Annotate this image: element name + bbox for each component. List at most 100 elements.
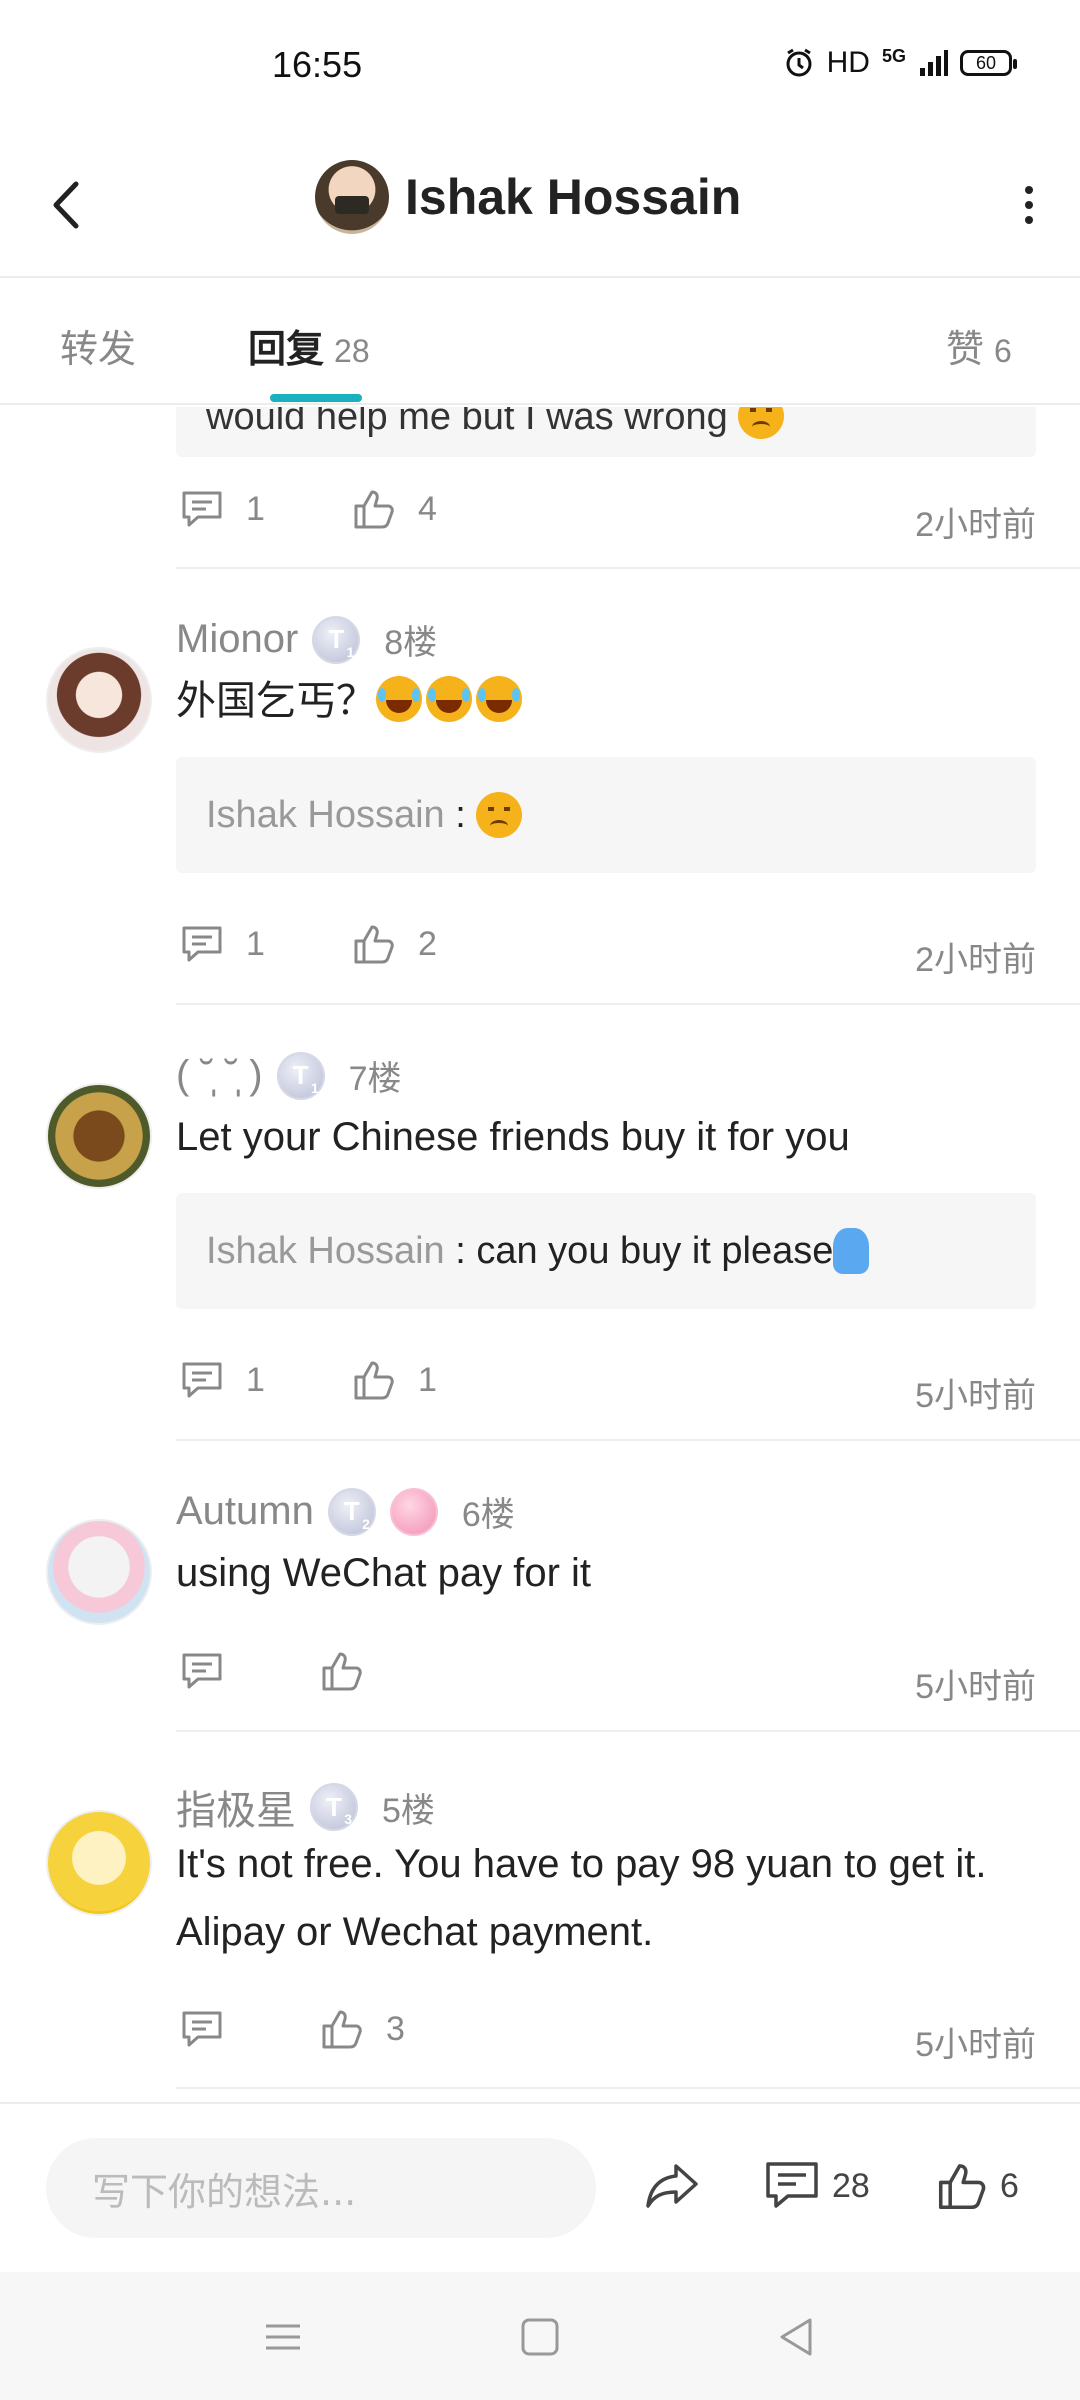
tab-replies[interactable]: 回复 28 [248, 318, 370, 373]
comment-time: 2小时前 [915, 941, 1036, 979]
more-dot-icon [1025, 201, 1033, 209]
like-button[interactable]: 1 [352, 1358, 437, 1402]
square-home-icon [521, 2318, 559, 2356]
tab-likes[interactable]: 赞6 [946, 318, 1012, 373]
comment-item: Mionor T1 8楼 外国乞丐？ Ishak Hossain : [0, 607, 1080, 887]
level-badge-icon: T1 [312, 615, 361, 664]
like-button[interactable] [320, 1649, 386, 1693]
back-nav-button[interactable] [774, 2314, 820, 2360]
reply-count: 1 [246, 1360, 265, 1399]
tab-reposts[interactable]: 转发 [60, 318, 136, 373]
tab-likes-count: 6 [994, 333, 1012, 369]
top-app-bar: Ishak Hossain [0, 130, 1080, 278]
floor-label: 5楼 [382, 1791, 435, 1830]
comment-header: Autumn T2 6楼 [176, 1487, 515, 1536]
comment-actions: 1 4 2小时前 [176, 487, 1036, 547]
like-button[interactable]: 3 [320, 2007, 405, 2051]
battery-icon: 60 [960, 50, 1017, 76]
comment-item: 指极星 T3 5楼 It's not free. You have to pay… [0, 1770, 1080, 1970]
reply-count: 1 [246, 924, 265, 963]
status-icons: HD 5G 60 [783, 45, 1017, 80]
quote-separator: : [444, 1229, 477, 1272]
battery-level: 60 [975, 52, 997, 73]
comment-icon [182, 491, 222, 527]
comment-input[interactable]: 写下你的想法... [46, 2138, 596, 2238]
level-number: 2 [362, 1515, 370, 1532]
reply-button[interactable]: 1 [180, 487, 265, 531]
avatar[interactable] [46, 1083, 152, 1189]
home-nav-button[interactable] [517, 2314, 563, 2360]
comment-icon [766, 2162, 818, 2208]
comment-header: Mionor T1 8楼 [176, 615, 437, 664]
tab-reposts-label: 转发 [60, 327, 137, 371]
sad-emoji-icon [737, 407, 784, 439]
bottom-action-bar: 写下你的想法... 28 6 [0, 2102, 1080, 2272]
comment-time: 5小时前 [915, 1668, 1036, 1706]
divider [176, 1439, 1080, 1441]
like-button[interactable]: 4 [352, 487, 437, 531]
author-avatar[interactable] [315, 160, 389, 234]
quote-author[interactable]: Ishak Hossain [206, 1230, 445, 1273]
comment-text: using WeChat pay for it [176, 1551, 592, 1595]
like-count: 2 [418, 924, 437, 963]
user-name[interactable]: 指极星 [176, 1778, 296, 1836]
quote-text: can you buy it please [476, 1229, 834, 1272]
menu-nav-button[interactable] [260, 2314, 306, 2360]
comment-header: 指极星 T3 5楼 [176, 1778, 435, 1836]
user-name[interactable]: Mionor [176, 617, 298, 662]
comment-text: It's not free. You have to pay 98 yuan t… [176, 1842, 987, 1954]
comment-list[interactable]: would help me but I was wrong 1 4 2小时前 M… [0, 407, 1080, 2102]
level-badge-icon: T1 [276, 1051, 325, 1100]
share-icon [646, 2164, 698, 2208]
replies-count: 28 [832, 2166, 870, 2205]
thumbs-up-icon [354, 1361, 394, 1400]
comment-actions: 5小时前 [176, 1649, 1036, 1709]
thumbs-up-icon [354, 925, 394, 964]
avatar[interactable] [46, 1519, 152, 1625]
quote-separator: : [444, 793, 477, 836]
share-button[interactable] [644, 2160, 700, 2212]
thumbs-up-icon [938, 2164, 986, 2210]
user-name[interactable]: ( ˘̩̩̩ ˘̩̩̩ ) [176, 1053, 263, 1098]
likes-count: 6 [1000, 2166, 1019, 2205]
network-hd-label: HD [826, 46, 870, 79]
quote-author[interactable]: Ishak Hossain [206, 794, 445, 837]
user-name[interactable]: Autumn [176, 1489, 314, 1534]
level-badge-icon: T2 [327, 1487, 376, 1536]
thumbs-up-icon [322, 2010, 362, 2049]
triangle-back-icon [780, 2318, 812, 2356]
reply-button[interactable]: 1 [180, 1358, 265, 1402]
more-options-button[interactable] [1014, 180, 1044, 230]
comment-time: 5小时前 [915, 1377, 1036, 1415]
status-bar: 16:55 HD 5G 60 [0, 0, 1080, 130]
signal-5g-label: 5G [881, 45, 906, 66]
reply-button[interactable] [180, 1649, 246, 1693]
reply-button[interactable]: 1 [180, 922, 265, 966]
tab-replies-count: 28 [334, 333, 370, 369]
like-post-button[interactable]: 6 [936, 2160, 1019, 2212]
thumbs-up-icon [354, 490, 394, 529]
avatar[interactable] [46, 647, 152, 753]
comment-actions: 1 1 5小时前 [176, 1358, 1036, 1418]
comment-text: Let your Chinese friends buy it for you [176, 1115, 850, 1159]
system-navigation-bar [0, 2272, 1080, 2400]
like-count: 3 [386, 2009, 405, 2048]
more-dot-icon [1025, 186, 1033, 194]
tab-replies-label: 回复 [248, 327, 325, 371]
reply-button[interactable] [180, 2007, 246, 2051]
laughing-emoji-icon [376, 676, 422, 722]
divider [176, 1003, 1080, 1005]
comment-item: ( ˘̩̩̩ ˘̩̩̩ ) T1 7楼 Let your Chinese fri… [0, 1043, 1080, 1323]
avatar[interactable] [46, 1810, 152, 1916]
quote-box[interactable]: Ishak Hossain : [176, 757, 1036, 873]
floor-label: 6楼 [461, 1496, 515, 1534]
floor-label: 8楼 [384, 624, 438, 662]
like-button[interactable]: 2 [352, 922, 437, 966]
quote-box[interactable]: would help me but I was wrong [176, 407, 1036, 457]
level-badge-icon: T3 [310, 1783, 358, 1831]
replies-button[interactable]: 28 [764, 2160, 870, 2212]
page-title-group: Ishak Hossain [315, 160, 741, 234]
comment-item: Autumn T2 6楼 using WeChat pay for it [0, 1479, 1080, 1625]
back-button[interactable] [40, 170, 100, 240]
quote-box[interactable]: Ishak Hossain : can you buy it please [176, 1193, 1036, 1309]
